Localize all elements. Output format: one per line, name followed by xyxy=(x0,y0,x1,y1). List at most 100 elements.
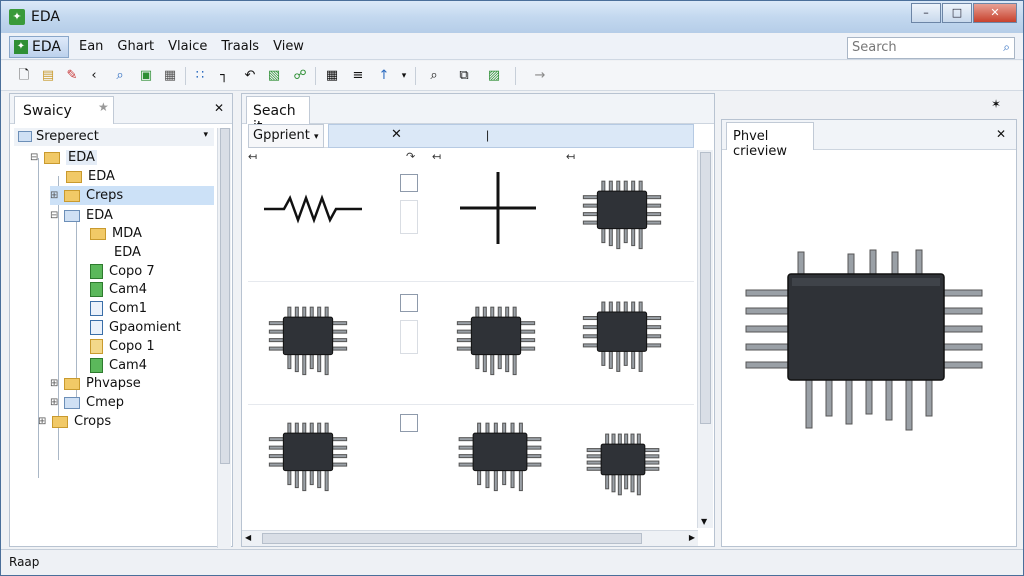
folder-icon xyxy=(90,227,106,240)
component-checkbox[interactable] xyxy=(400,294,418,312)
tree-item[interactable]: Cam4 xyxy=(90,280,147,299)
resize-handle-icon[interactable]: ↤ xyxy=(566,150,575,163)
clear-filter-icon[interactable]: ✕ xyxy=(391,127,402,142)
component-filter[interactable]: Gpprient ▾ xyxy=(248,124,324,148)
status-bar: Raap xyxy=(1,549,1023,575)
ic-chip-symbol[interactable] xyxy=(264,416,352,494)
ic-chip-symbol[interactable] xyxy=(452,300,540,378)
expand-toggle-icon[interactable]: ⊞ xyxy=(50,378,60,389)
window-title: EDA xyxy=(31,9,60,25)
net-icon[interactable]: ☍ xyxy=(291,67,309,85)
expand-toggle-icon[interactable]: ⊞ xyxy=(50,190,60,201)
layers-icon[interactable]: ▦ xyxy=(161,67,179,85)
resistor-symbol[interactable] xyxy=(264,194,362,224)
tree-item[interactable]: ⊟ EDA xyxy=(30,148,97,167)
forward-arrow-icon[interactable]: → xyxy=(531,67,549,85)
collapse-toggle-icon[interactable]: ⊟ xyxy=(30,152,40,163)
maximize-button[interactable]: □ xyxy=(942,3,972,23)
tree-item[interactable]: ⊟ EDA xyxy=(50,206,113,225)
tree-item[interactable]: Copo 1 xyxy=(90,337,155,356)
document-icon xyxy=(90,320,103,335)
tree-scrollbar[interactable] xyxy=(217,128,231,548)
tree-item[interactable]: MDA xyxy=(90,224,142,243)
align-icon[interactable]: ≡ xyxy=(349,67,367,85)
folder-icon xyxy=(66,170,82,183)
search-input[interactable]: Search ⌕ xyxy=(847,37,1015,59)
pin-star-icon[interactable]: ★ xyxy=(98,100,109,114)
scrollbar-thumb[interactable] xyxy=(220,128,230,464)
pin-star-icon[interactable]: ✶ xyxy=(991,97,1001,111)
zoom-icon[interactable]: ⌕ xyxy=(111,67,129,85)
tree-item[interactable]: ⊞ Creps xyxy=(50,186,214,205)
tree-item[interactable]: ⊞ Cmep xyxy=(50,393,124,412)
resize-handle-icon[interactable]: ↤ xyxy=(248,150,257,163)
resize-handle-icon[interactable]: ↤ xyxy=(432,150,441,163)
component-library-panel: Seach it Gpprient ▾ ✕ ❘ ↤ ↷ ↤ ↤ xyxy=(241,93,715,547)
scroll-left-icon[interactable]: ◀ xyxy=(245,533,251,542)
ic-chip-symbol[interactable] xyxy=(264,300,352,378)
tree-item[interactable]: Com1 xyxy=(90,299,147,318)
component-checkbox[interactable] xyxy=(400,414,418,432)
search-icon[interactable]: ⌕ xyxy=(1003,40,1010,55)
tab-search[interactable]: Seach it xyxy=(246,96,310,135)
tab-preview[interactable]: Phvel crieview xyxy=(726,122,814,159)
component-checkbox[interactable] xyxy=(400,174,418,192)
place-component-icon[interactable]: ▧ xyxy=(265,67,283,85)
scroll-down-icon[interactable]: ▼ xyxy=(701,517,707,526)
ic-chip-symbol[interactable] xyxy=(584,430,662,496)
inspect-icon[interactable]: ⌕ xyxy=(425,67,443,85)
close-panel-icon[interactable]: ✕ xyxy=(996,127,1006,141)
menu-item-traals[interactable]: Traals xyxy=(221,39,259,54)
dropdown-chevron-icon[interactable]: ▾ xyxy=(395,67,413,85)
grid-scrollbar-vertical[interactable]: ▼ xyxy=(697,150,713,528)
move-up-icon[interactable]: ↑ xyxy=(375,67,393,85)
tree-item[interactable]: EDA xyxy=(114,243,141,262)
expand-toggle-icon[interactable]: ⊞ xyxy=(38,416,48,427)
toolbar: 🗋 ▤ ✎ ‹ ⌕ ▣ ▦ ∷ ┐ ↶ ▧ ☍ ▦ ≡ ↑ ▾ ⌕ ⧉ ▨ → xyxy=(1,61,1023,91)
ic-chip-symbol[interactable] xyxy=(578,174,666,252)
rotate-icon[interactable]: ↷ xyxy=(406,150,415,163)
tab-project-label: Swaicy xyxy=(23,103,72,119)
minimize-button[interactable]: – xyxy=(911,3,941,23)
menu-item-ghart[interactable]: Ghart xyxy=(117,39,154,54)
route-icon[interactable]: ┐ xyxy=(215,67,233,85)
app-menu-button[interactable]: ✦ EDA xyxy=(9,36,69,58)
tree-item-label: EDA xyxy=(114,245,141,260)
crosshair-symbol[interactable] xyxy=(460,172,536,244)
component-icon xyxy=(90,282,103,297)
new-file-icon[interactable]: 🗋 xyxy=(15,67,33,85)
ic-chip-symbol[interactable] xyxy=(578,294,666,376)
tree-item-label: Cmep xyxy=(86,395,124,410)
tree-item[interactable]: EDA xyxy=(66,167,115,186)
menu-item-vlaice[interactable]: Vlaice xyxy=(168,39,207,54)
tree-item[interactable]: Copo 7 xyxy=(90,262,155,281)
menu-item-ean[interactable]: Ean xyxy=(79,39,103,54)
back-arrow-icon[interactable]: ‹ xyxy=(85,67,103,85)
rotate-icon[interactable]: ↶ xyxy=(241,67,259,85)
tree-item[interactable]: ⊞ Phvapse xyxy=(50,374,141,393)
edit-pen-icon[interactable]: ✎ xyxy=(63,67,81,85)
filter-bar[interactable]: ✕ ❘ xyxy=(328,124,694,148)
chevron-down-icon[interactable]: ▾ xyxy=(203,130,208,140)
collapse-toggle-icon[interactable]: ⊟ xyxy=(50,210,60,221)
tree-root-selector[interactable]: Sreperect ▾ xyxy=(14,128,214,146)
scroll-right-icon[interactable]: ▶ xyxy=(689,533,695,542)
tree-item[interactable]: ⊞ Crops xyxy=(38,412,111,431)
open-folder-icon[interactable]: ▤ xyxy=(39,67,57,85)
copy-icon[interactable]: ⧉ xyxy=(455,67,473,85)
tree-item[interactable]: Cam4 xyxy=(90,356,147,375)
tree-item[interactable]: Gpaomient xyxy=(90,318,181,337)
expand-toggle-icon[interactable]: ⊞ xyxy=(50,397,60,408)
menu-item-view[interactable]: View xyxy=(273,39,304,54)
grid-icon[interactable]: ▦ xyxy=(323,67,341,85)
close-panel-icon[interactable]: ✕ xyxy=(214,101,224,115)
grid-scrollbar-horizontal[interactable]: ◀ ▶ xyxy=(242,530,698,546)
close-button[interactable]: ✕ xyxy=(973,3,1017,23)
ic-chip-symbol[interactable] xyxy=(452,416,548,494)
scrollbar-thumb[interactable] xyxy=(700,152,711,424)
chevron-down-icon[interactable]: ▾ xyxy=(314,132,319,142)
wire-icon[interactable]: ∷ xyxy=(191,67,209,85)
scrollbar-thumb[interactable] xyxy=(262,533,642,544)
paste-icon[interactable]: ▨ xyxy=(485,67,503,85)
save-icon[interactable]: ▣ xyxy=(137,67,155,85)
